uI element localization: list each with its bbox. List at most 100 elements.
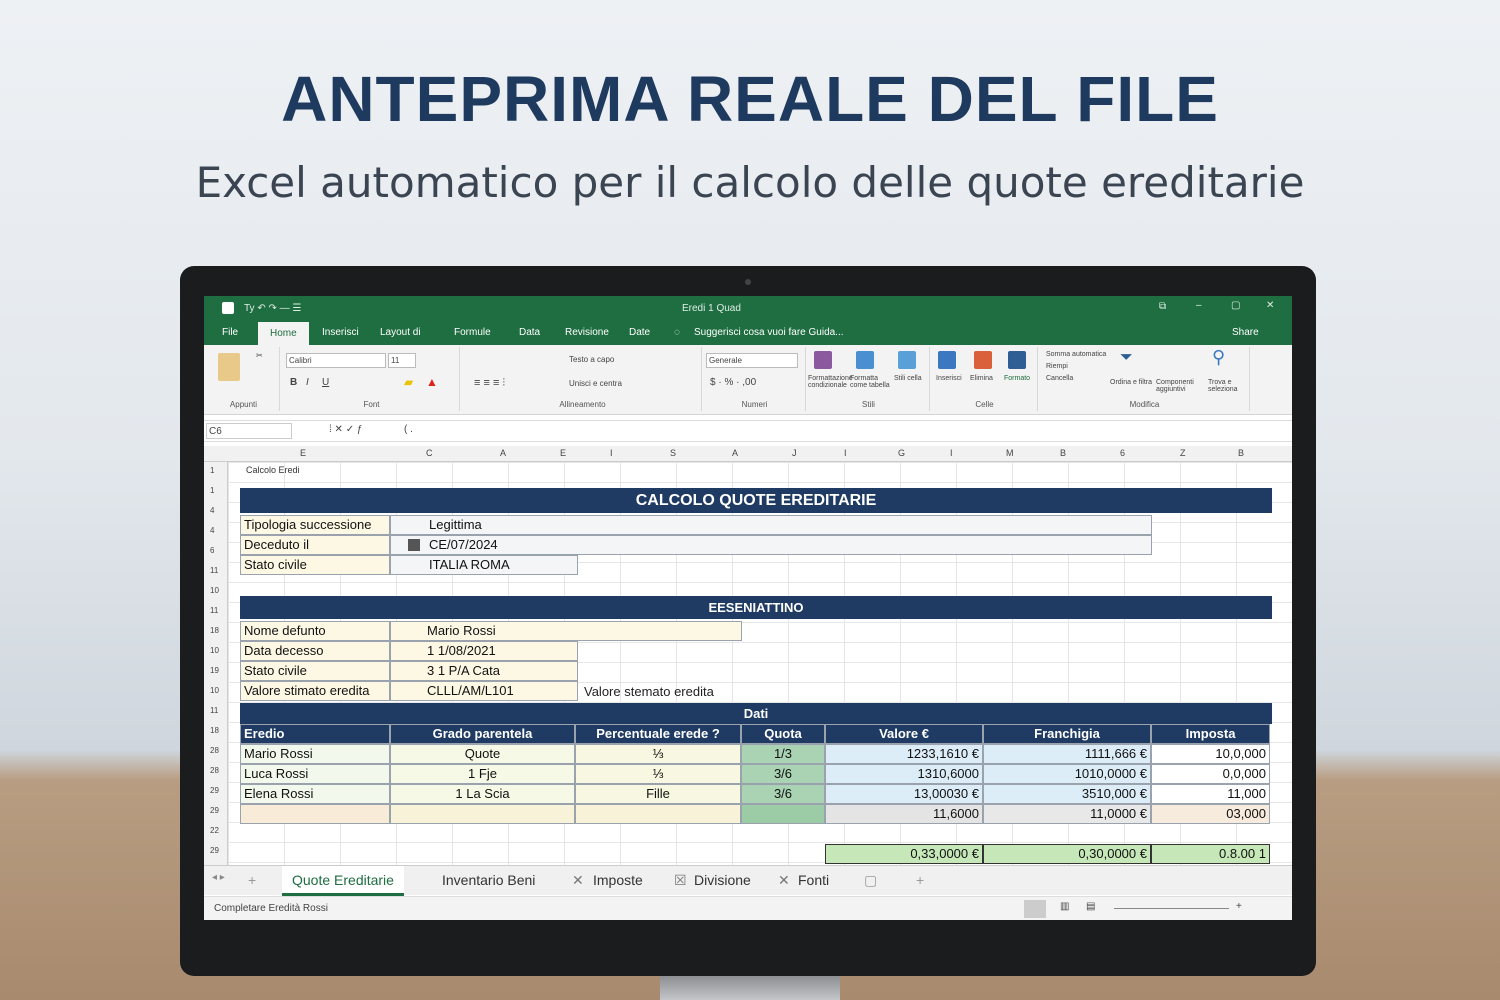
row-header[interactable]: 10 — [210, 586, 219, 595]
format-table-button[interactable]: Formatta come tabella — [850, 375, 890, 389]
table-cell[interactable]: 1/3 — [741, 744, 825, 764]
row-header[interactable]: 18 — [210, 626, 219, 635]
table-cell[interactable] — [390, 804, 575, 824]
sheet-tab-blank-icon[interactable]: ▢ — [864, 872, 877, 889]
row-header[interactable]: 4 — [210, 506, 214, 515]
page-break-button[interactable]: ▤ — [1086, 901, 1095, 912]
table-cell[interactable]: Mario Rossi — [240, 744, 390, 764]
table-cell[interactable]: 1233,1610 € — [825, 744, 983, 764]
tab-formulas[interactable]: Formule — [454, 327, 491, 338]
worksheet-grid[interactable]: Calcolo Eredi CALCOLO QUOTE EREDITARIE E… — [228, 462, 1292, 865]
column-header[interactable]: 6 — [1120, 448, 1125, 458]
tab-data[interactable]: Data — [519, 327, 540, 338]
column-header[interactable]: B — [1238, 448, 1244, 458]
column-header[interactable]: A — [732, 448, 738, 458]
table-cell[interactable]: 1111,666 € — [983, 744, 1151, 764]
cell-styles-icon[interactable] — [898, 351, 916, 369]
conditional-format-button[interactable]: Formattazione condizionale — [808, 375, 853, 389]
column-header[interactable]: G — [898, 448, 905, 458]
table-cell[interactable]: ⅓ — [575, 764, 741, 784]
merge-center-button[interactable]: Unisci e centra — [569, 379, 622, 388]
tab-layout[interactable]: Layout di — [380, 327, 421, 338]
table-cell[interactable]: 03,000 — [1151, 804, 1270, 824]
table-cell[interactable]: 3/6 — [741, 764, 825, 784]
name-box[interactable]: C6 — [206, 423, 292, 439]
row-header[interactable]: 1 — [210, 466, 214, 475]
value-cell[interactable]: Mario Rossi — [390, 621, 742, 641]
value-cell[interactable]: CE/07/2024 — [390, 535, 1152, 555]
formula-input[interactable]: ( . — [404, 424, 413, 435]
value-cell[interactable]: ITALIA ROMA — [390, 555, 578, 575]
table-cell[interactable]: 1010,0000 € — [983, 764, 1151, 784]
zoom-in-button[interactable]: + — [1236, 901, 1242, 912]
table-cell[interactable]: 0,0,000 — [1151, 764, 1270, 784]
table-cell[interactable]: 11,000 — [1151, 784, 1270, 804]
fill-button[interactable]: Riempi — [1046, 363, 1068, 370]
table-cell[interactable]: Luca Rossi — [240, 764, 390, 784]
row-header[interactable]: 28 — [210, 766, 219, 775]
align-icons[interactable]: ≡ ≡ ≡ ⫶ — [474, 377, 505, 390]
normal-view-button[interactable] — [1024, 900, 1046, 918]
column-header[interactable]: S — [670, 448, 676, 458]
column-header[interactable]: I — [610, 448, 613, 458]
row-header[interactable]: 22 — [210, 826, 219, 835]
clear-button[interactable]: Cancella — [1046, 375, 1073, 382]
table-cell[interactable]: 3510,000 € — [983, 784, 1151, 804]
total-cell[interactable]: 0,33,0000 € — [825, 844, 983, 864]
value-cell[interactable]: 3 1 P/A Cata — [390, 661, 578, 681]
column-header[interactable]: Z — [1180, 448, 1186, 458]
total-cell[interactable]: 0.8.00 1 — [1151, 844, 1270, 864]
column-header[interactable]: B — [1060, 448, 1066, 458]
fill-color-icon[interactable]: ▰ — [404, 375, 413, 389]
add-sheet-left-icon[interactable]: + — [248, 872, 256, 888]
insert-button[interactable]: Inserisci — [936, 375, 962, 382]
cell-a1[interactable]: Calcolo Eredi — [246, 465, 300, 475]
sheet-tab-inventario-beni[interactable]: Inventario Beni — [442, 872, 535, 888]
format-button[interactable]: Formato — [1004, 375, 1030, 382]
column-header[interactable]: M — [1006, 448, 1014, 458]
tab-view[interactable]: Date — [629, 327, 650, 338]
number-format-select[interactable]: Generale — [706, 353, 798, 368]
sheet-tab-imposte[interactable]: Imposte — [593, 872, 643, 888]
row-header[interactable]: 11 — [210, 606, 218, 615]
quick-access-toolbar[interactable]: Ty ↶ ↷ — ☰ — [244, 303, 301, 314]
row-header[interactable]: 10 — [210, 686, 219, 695]
column-header[interactable]: E — [560, 448, 566, 458]
conditional-format-icon[interactable] — [814, 351, 832, 369]
row-header[interactable]: 29 — [210, 806, 219, 815]
tab-file[interactable]: File — [222, 327, 238, 338]
row-header[interactable]: 29 — [210, 846, 219, 855]
font-name-select[interactable]: Calibri — [286, 353, 386, 368]
tell-me-search[interactable]: Suggerisci cosa vuoi fare Guida... — [694, 327, 844, 338]
zoom-slider[interactable] — [1114, 908, 1229, 909]
ribbon-display-icon[interactable]: ⧉ — [1159, 301, 1166, 312]
table-cell[interactable]: Elena Rossi — [240, 784, 390, 804]
autosum-button[interactable]: Somma automatica — [1046, 351, 1106, 358]
table-cell[interactable]: 3/6 — [741, 784, 825, 804]
table-cell[interactable]: Fille — [575, 784, 741, 804]
column-header[interactable]: A — [500, 448, 506, 458]
row-header[interactable]: 19 — [210, 666, 219, 675]
sort-filter-icon[interactable]: ⏷ — [1120, 349, 1133, 367]
row-header[interactable]: 1 — [210, 486, 214, 495]
row-header[interactable]: 11 — [210, 706, 218, 715]
page-layout-button[interactable]: ▥ — [1060, 901, 1069, 912]
table-cell[interactable]: Quote — [390, 744, 575, 764]
add-sheet-button[interactable]: + — [916, 872, 924, 888]
column-header[interactable]: C — [426, 448, 433, 458]
row-header[interactable]: 4 — [210, 526, 214, 535]
value-cell[interactable]: 1 1/08/2021 — [390, 641, 578, 661]
sheet-tab-fonti[interactable]: Fonti — [798, 872, 829, 888]
font-size-select[interactable]: 11 — [388, 353, 416, 368]
value-cell[interactable]: CLLL/AM/L101 — [390, 681, 578, 701]
table-cell[interactable]: 1 La Scia — [390, 784, 575, 804]
minimize-button[interactable]: – — [1196, 300, 1202, 311]
paste-icon[interactable] — [218, 353, 240, 381]
row-header[interactable]: 11 — [210, 566, 218, 575]
table-cell[interactable] — [741, 804, 825, 824]
close-button[interactable]: ✕ — [1266, 300, 1274, 311]
value-cell[interactable]: Legittima — [390, 515, 1152, 535]
row-header[interactable]: 28 — [210, 746, 219, 755]
cut-icon[interactable]: ✂ — [256, 351, 263, 360]
table-cell[interactable]: 1 Fje — [390, 764, 575, 784]
